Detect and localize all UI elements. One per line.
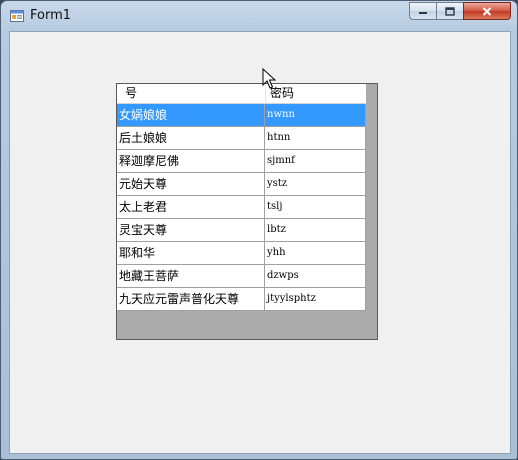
name-cell[interactable]: 太上老君 xyxy=(117,196,265,219)
password-cell[interactable]: tslj xyxy=(265,196,366,219)
table-row[interactable]: 太上老君 tslj xyxy=(117,196,366,219)
name-cell[interactable]: 地藏王菩萨 xyxy=(117,265,265,288)
column-header-password[interactable]: 密码 xyxy=(265,84,366,103)
password-cell[interactable]: nwnn xyxy=(265,104,366,127)
data-grid-view[interactable]: 号 密码 女娲娘娘 nwnn 后土娘娘 htnn 释迦摩尼佛 sjmnf 元始天尊 ystz 太… xyxy=(116,83,378,340)
name-cell[interactable]: 耶和华 xyxy=(117,242,265,265)
table-row[interactable]: 灵宝天尊 lbtz xyxy=(117,219,366,242)
name-cell[interactable]: 九天应元雷声普化天尊 xyxy=(117,288,265,311)
password-cell[interactable]: ystz xyxy=(265,173,366,196)
table-row[interactable]: 后土娘娘 htnn xyxy=(117,127,366,150)
window-title: Form1 xyxy=(30,8,72,23)
password-cell[interactable]: lbtz xyxy=(265,219,366,242)
name-cell[interactable]: 后土娘娘 xyxy=(117,127,265,150)
name-cell[interactable]: 灵宝天尊 xyxy=(117,219,265,242)
password-cell[interactable]: jtyylsphtz xyxy=(265,288,366,311)
password-cell[interactable]: yhh xyxy=(265,242,366,265)
name-cell[interactable]: 女娲娘娘 xyxy=(117,104,265,127)
password-cell[interactable]: dzwps xyxy=(265,265,366,288)
password-cell[interactable]: sjmnf xyxy=(265,150,366,173)
title-bar[interactable]: Form1 xyxy=(1,1,517,31)
minimize-icon xyxy=(419,12,427,14)
close-button[interactable] xyxy=(463,2,511,20)
table-row[interactable]: 元始天尊 ystz xyxy=(117,173,366,196)
grid-header: 号 密码 xyxy=(117,84,366,104)
table-row[interactable]: 耶和华 yhh xyxy=(117,242,366,265)
form-app-icon xyxy=(10,10,24,22)
name-cell[interactable]: 释迦摩尼佛 xyxy=(117,150,265,173)
column-header-name[interactable]: 号 xyxy=(117,84,265,103)
grid-rows: 女娲娘娘 nwnn 后土娘娘 htnn 释迦摩尼佛 sjmnf 元始天尊 ystz 太上老君 ts… xyxy=(117,104,366,311)
close-icon xyxy=(482,6,492,16)
caption-buttons xyxy=(409,2,511,21)
table-row[interactable]: 地藏王菩萨 dzwps xyxy=(117,265,366,288)
mouse-pointer-icon xyxy=(262,68,276,89)
table-row[interactable]: 释迦摩尼佛 sjmnf xyxy=(117,150,366,173)
maximize-button[interactable] xyxy=(436,2,463,20)
maximize-icon xyxy=(445,6,455,16)
table-row[interactable]: 女娲娘娘 nwnn xyxy=(117,104,366,127)
minimize-button[interactable] xyxy=(409,2,436,20)
name-cell[interactable]: 元始天尊 xyxy=(117,173,265,196)
password-cell[interactable]: htnn xyxy=(265,127,366,150)
table-row[interactable]: 九天应元雷声普化天尊 jtyylsphtz xyxy=(117,288,366,311)
